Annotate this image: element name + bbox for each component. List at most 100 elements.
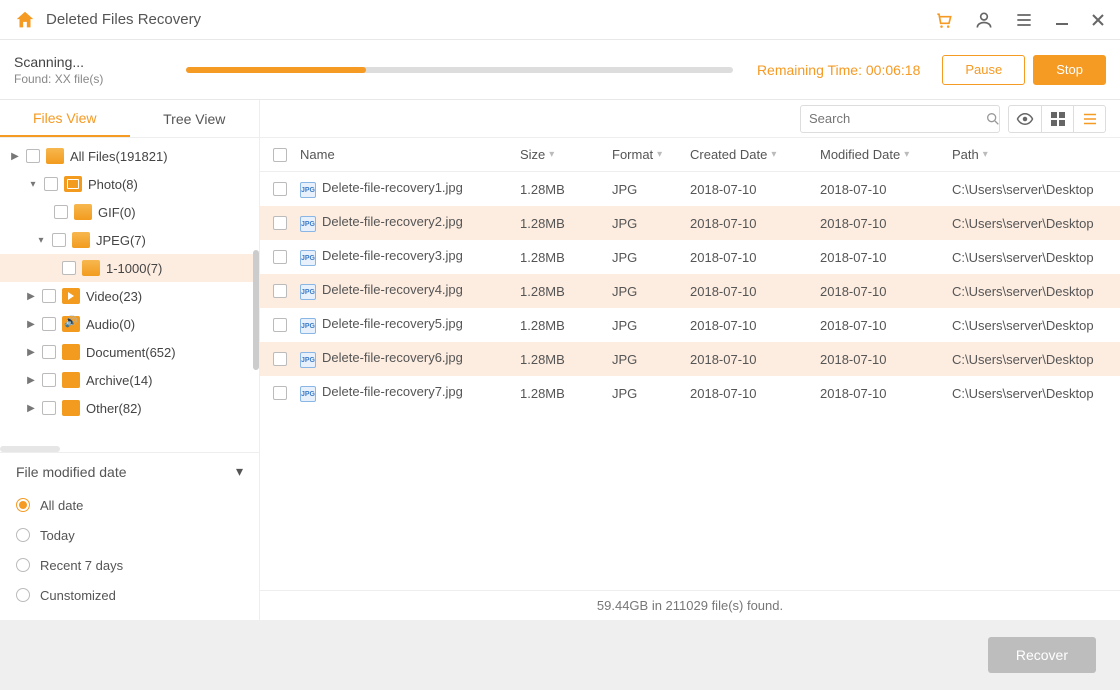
cell-size: 1.28MB	[520, 352, 612, 367]
cart-icon[interactable]	[934, 10, 954, 30]
cell-created: 2018-07-10	[690, 182, 820, 197]
search-input[interactable]	[809, 111, 985, 126]
tree-item-photo[interactable]: ▾ Photo(8)	[0, 170, 259, 198]
row-checkbox[interactable]	[273, 318, 287, 332]
cell-name: JPGDelete-file-recovery5.jpg	[300, 316, 520, 335]
filter-label: Recent 7 days	[40, 558, 123, 573]
cell-modified: 2018-07-10	[820, 284, 952, 299]
filter-recent-7[interactable]: Recent 7 days	[16, 550, 243, 580]
tree-item-archive[interactable]: ▶ Archive(14)	[0, 366, 259, 394]
tree-item-document[interactable]: ▶ Document(652)	[0, 338, 259, 366]
scan-found: Found: XX file(s)	[14, 72, 176, 86]
row-checkbox[interactable]	[273, 182, 287, 196]
filter-all-date[interactable]: All date	[16, 490, 243, 520]
tree-item-video[interactable]: ▶ Video(23)	[0, 282, 259, 310]
cell-path: C:\Users\server\Desktop	[952, 352, 1120, 367]
cell-name: JPGDelete-file-recovery3.jpg	[300, 248, 520, 267]
cell-path: C:\Users\server\Desktop	[952, 318, 1120, 333]
row-checkbox[interactable]	[273, 216, 287, 230]
checkbox[interactable]	[52, 233, 66, 247]
cell-path: C:\Users\server\Desktop	[952, 284, 1120, 299]
table-row[interactable]: JPGDelete-file-recovery7.jpg1.28MBJPG201…	[260, 376, 1120, 410]
recover-button[interactable]: Recover	[988, 637, 1096, 673]
category-tree[interactable]: ▶ All Files(191821) ▾ Photo(8) GIF(0) ▾ …	[0, 138, 259, 446]
tree-item-jpeg-range[interactable]: 1-1000(7)	[0, 254, 259, 282]
jpg-file-icon: JPG	[300, 250, 316, 266]
checkbox[interactable]	[42, 345, 56, 359]
tree-item-audio[interactable]: ▶ Audio(0)	[0, 310, 259, 338]
cell-format: JPG	[612, 386, 690, 401]
col-name[interactable]: Name	[300, 147, 520, 162]
col-format[interactable]: Format▾	[612, 147, 690, 162]
tree-item-all-files[interactable]: ▶ All Files(191821)	[0, 142, 259, 170]
home-icon[interactable]	[14, 9, 36, 31]
search-icon[interactable]	[985, 111, 1001, 127]
checkbox[interactable]	[44, 177, 58, 191]
preview-button[interactable]	[1009, 106, 1041, 132]
filter-customized[interactable]: Cunstomized	[16, 580, 243, 610]
jpg-file-icon: JPG	[300, 284, 316, 300]
tab-tree-view[interactable]: Tree View	[130, 100, 260, 137]
checkbox[interactable]	[26, 149, 40, 163]
row-checkbox[interactable]	[273, 386, 287, 400]
filter-label: Today	[40, 528, 75, 543]
cell-modified: 2018-07-10	[820, 182, 952, 197]
tree-item-other[interactable]: ▶ Other(82)	[0, 394, 259, 422]
filter-today[interactable]: Today	[16, 520, 243, 550]
menu-icon[interactable]	[1014, 10, 1034, 30]
tree-item-gif[interactable]: GIF(0)	[0, 198, 259, 226]
table-row[interactable]: JPGDelete-file-recovery1.jpg1.28MBJPG201…	[260, 172, 1120, 206]
cell-format: JPG	[612, 284, 690, 299]
filter-header[interactable]: File modified date ▾	[16, 463, 243, 480]
cell-created: 2018-07-10	[690, 250, 820, 265]
cell-size: 1.28MB	[520, 386, 612, 401]
col-modified[interactable]: Modified Date▾	[820, 147, 952, 162]
cell-created: 2018-07-10	[690, 386, 820, 401]
cell-name: JPGDelete-file-recovery6.jpg	[300, 350, 520, 369]
row-checkbox[interactable]	[273, 352, 287, 366]
col-size[interactable]: Size▾	[520, 147, 612, 162]
cell-modified: 2018-07-10	[820, 216, 952, 231]
cell-modified: 2018-07-10	[820, 318, 952, 333]
checkbox[interactable]	[42, 373, 56, 387]
minimize-icon[interactable]	[1054, 12, 1070, 28]
table-row[interactable]: JPGDelete-file-recovery6.jpg1.28MBJPG201…	[260, 342, 1120, 376]
jpg-file-icon: JPG	[300, 386, 316, 402]
chevron-down-icon: ▾	[236, 463, 243, 480]
checkbox[interactable]	[42, 289, 56, 303]
select-all-checkbox[interactable]	[273, 148, 287, 162]
cell-format: JPG	[612, 250, 690, 265]
col-path[interactable]: Path▾	[952, 147, 1120, 162]
table-row[interactable]: JPGDelete-file-recovery5.jpg1.28MBJPG201…	[260, 308, 1120, 342]
checkbox[interactable]	[62, 261, 76, 275]
table-row[interactable]: JPGDelete-file-recovery3.jpg1.28MBJPG201…	[260, 240, 1120, 274]
search-box[interactable]	[800, 105, 1000, 133]
list-view-button[interactable]	[1073, 106, 1105, 132]
table-row[interactable]: JPGDelete-file-recovery2.jpg1.28MBJPG201…	[260, 206, 1120, 240]
jpg-file-icon: JPG	[300, 352, 316, 368]
tab-files-view[interactable]: Files View	[0, 100, 130, 137]
cell-size: 1.28MB	[520, 284, 612, 299]
stop-button[interactable]: Stop	[1033, 55, 1106, 85]
row-checkbox[interactable]	[273, 284, 287, 298]
grid-view-button[interactable]	[1041, 106, 1073, 132]
tree-scrollbar[interactable]	[253, 250, 259, 370]
col-created[interactable]: Created Date▾	[690, 147, 820, 162]
cell-created: 2018-07-10	[690, 352, 820, 367]
scan-status: Scanning...	[14, 54, 176, 70]
tree-item-jpeg[interactable]: ▾ JPEG(7)	[0, 226, 259, 254]
checkbox[interactable]	[42, 401, 56, 415]
checkbox[interactable]	[54, 205, 68, 219]
pause-button[interactable]: Pause	[942, 55, 1025, 85]
tree-label: Archive(14)	[86, 373, 152, 388]
user-icon[interactable]	[974, 10, 994, 30]
app-title: Deleted Files Recovery	[46, 11, 934, 28]
cell-size: 1.28MB	[520, 318, 612, 333]
checkbox[interactable]	[42, 317, 56, 331]
cell-size: 1.28MB	[520, 182, 612, 197]
close-icon[interactable]	[1090, 12, 1106, 28]
table-row[interactable]: JPGDelete-file-recovery4.jpg1.28MBJPG201…	[260, 274, 1120, 308]
row-checkbox[interactable]	[273, 250, 287, 264]
cell-size: 1.28MB	[520, 250, 612, 265]
cell-format: JPG	[612, 352, 690, 367]
